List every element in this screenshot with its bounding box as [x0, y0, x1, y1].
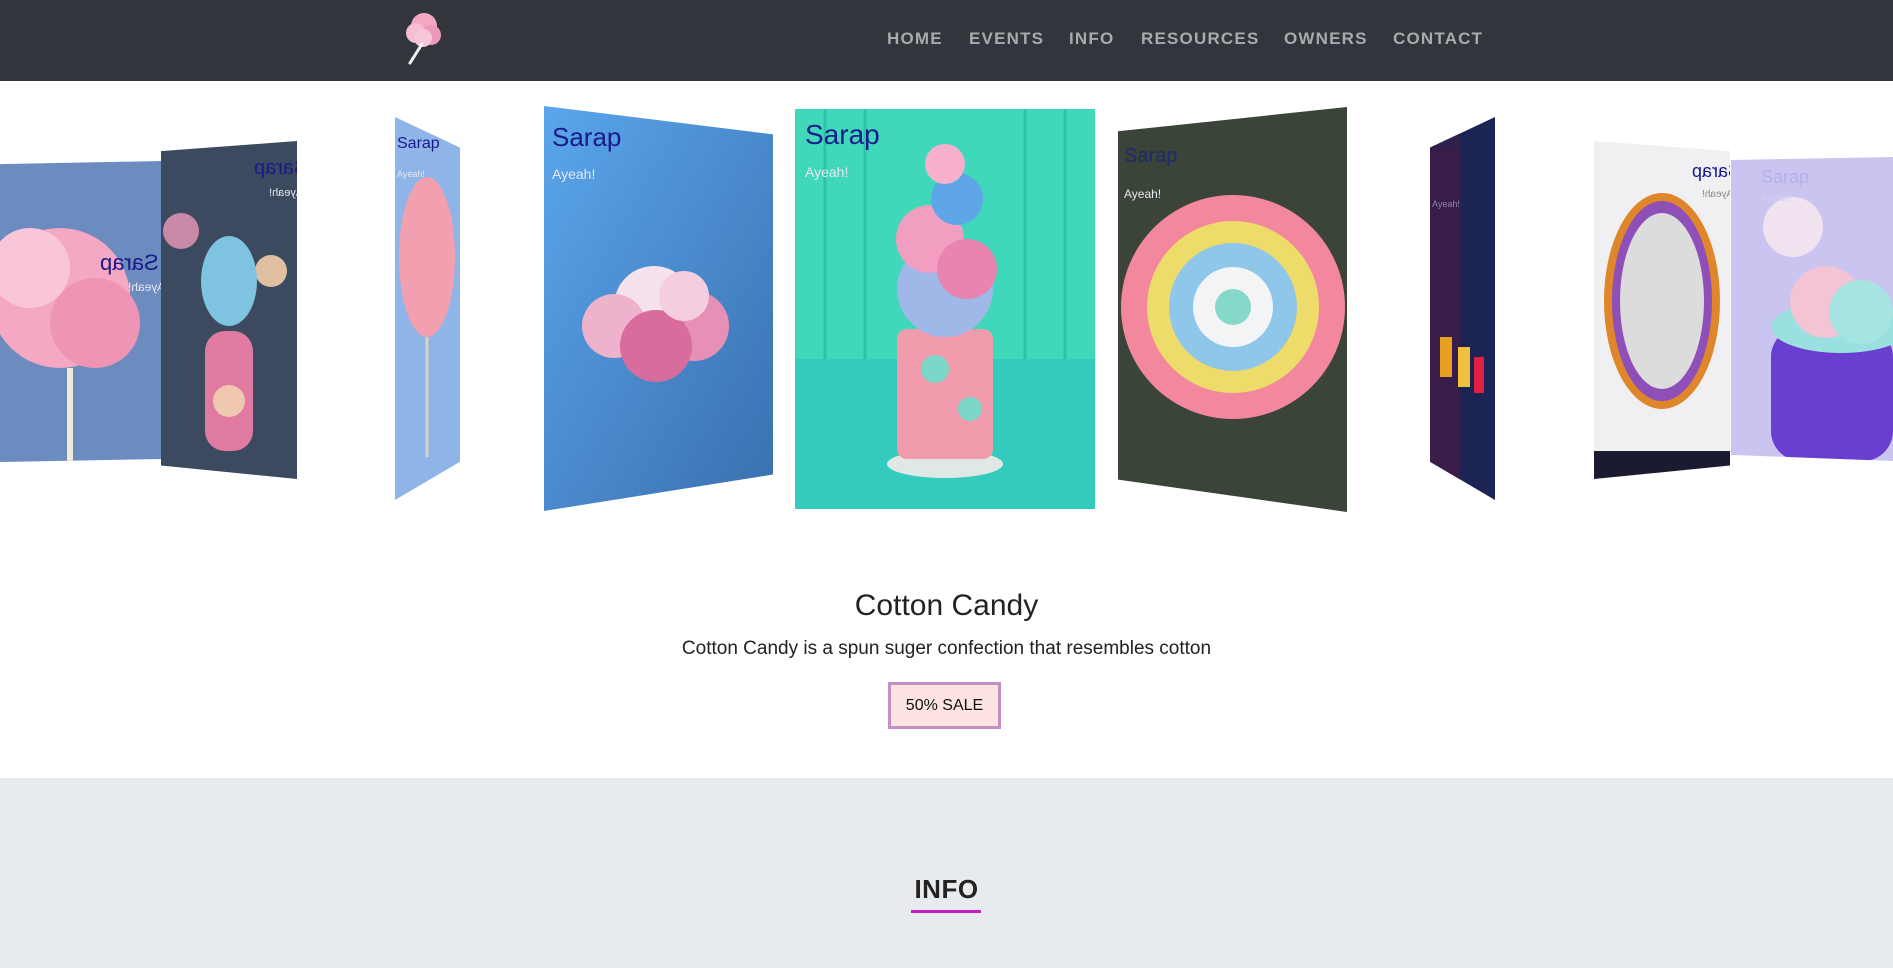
slide-8-subtitle: Ayeah! — [1702, 189, 1730, 200]
slide-9-title: Sarap — [1761, 167, 1810, 187]
nav-info[interactable]: INFO — [1069, 29, 1114, 49]
carousel-slide-3[interactable]: Sarap Ayeah! — [395, 117, 460, 500]
cotton-candy-logo-icon[interactable] — [398, 8, 448, 66]
navbar: HOME EVENTS INFO RESOURCES OWNERS CONTAC… — [0, 0, 1893, 81]
carousel-slide-1[interactable]: Sarap Ayeah! — [0, 161, 162, 462]
slide-4-subtitle: Ayeah! — [552, 166, 596, 182]
slide-3-subtitle: Ayeah! — [397, 169, 425, 179]
slide-2-title: Sarap — [254, 157, 297, 179]
slide-3-title: Sarap — [397, 135, 440, 152]
info-underline — [911, 910, 981, 913]
carousel-slide-8[interactable]: Sarap Ayeah! — [1594, 141, 1730, 479]
slide-5-subtitle: Ayeah! — [805, 164, 849, 180]
slide-1-subtitle: Ayeah! — [128, 280, 162, 294]
nav-home[interactable]: HOME — [887, 29, 943, 49]
slide-8-title: Sarap — [1692, 161, 1730, 181]
image-carousel[interactable]: Sarap Ayeah! Sarap Ayeah! Sarap Ayeah! — [0, 81, 1893, 561]
slide-6-title: Sarap — [1124, 145, 1178, 167]
carousel-slide-2[interactable]: Sarap Ayeah! — [161, 141, 297, 479]
carousel-slide-7[interactable]: Sarap Ayeah! — [1430, 117, 1495, 500]
nav-owners[interactable]: OWNERS — [1284, 29, 1368, 49]
carousel-slide-4[interactable]: Sarap Ayeah! — [544, 106, 773, 511]
carousel-slide-6[interactable]: Sarap Ayeah! — [1118, 107, 1347, 512]
carousel-slide-9[interactable]: Sarap Ayeah! — [1731, 157, 1893, 461]
slide-7-image — [1430, 117, 1495, 500]
slide-9-subtitle: Ayeah! — [1761, 193, 1792, 204]
nav-contact[interactable]: CONTACT — [1393, 29, 1483, 49]
slide-2-subtitle: Ayeah! — [269, 187, 297, 199]
slide-5-title: Sarap — [805, 119, 880, 150]
slide-6-subtitle: Ayeah! — [1124, 187, 1162, 201]
nav-resources[interactable]: RESOURCES — [1141, 29, 1260, 49]
slide-7-title: Sarap — [1432, 135, 1475, 152]
hero-title: Cotton Candy — [854, 589, 1039, 622]
hero-description: Cotton Candy is a spun suger confection … — [681, 638, 1212, 659]
info-section: INFO — [0, 778, 1893, 968]
info-heading: INFO — [914, 874, 979, 904]
slide-9-image — [1731, 157, 1893, 461]
nav-events[interactable]: EVENTS — [969, 29, 1044, 49]
slide-4-title: Sarap — [552, 122, 622, 152]
carousel-slide-5[interactable]: Sarap Ayeah! — [795, 109, 1095, 509]
slide-1-title: Sarap — [100, 250, 159, 275]
sale-button[interactable]: 50% SALE — [888, 682, 1001, 729]
slide-1-image — [0, 161, 162, 462]
slide-7-subtitle: Ayeah! — [1432, 199, 1460, 209]
